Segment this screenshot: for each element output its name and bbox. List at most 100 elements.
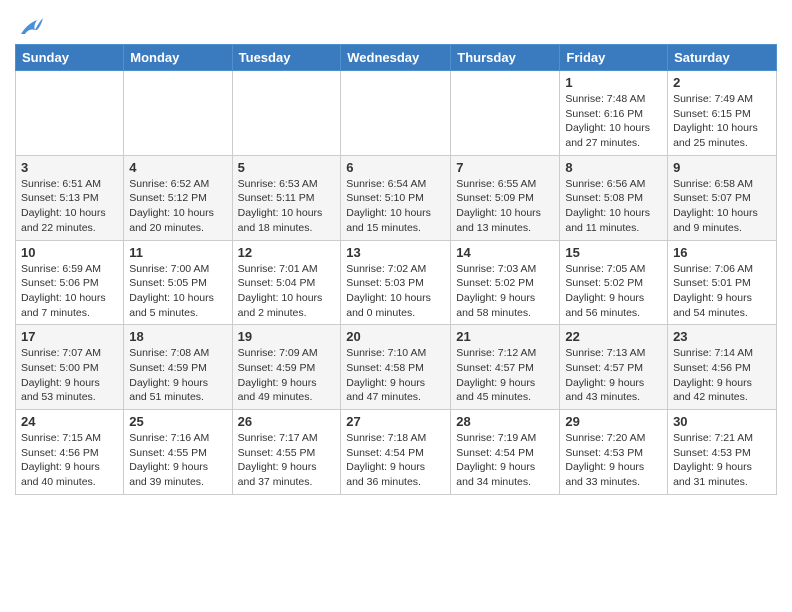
day-info: Sunrise: 7:17 AM Sunset: 4:55 PM Dayligh…: [238, 431, 336, 490]
day-info: Sunrise: 6:56 AM Sunset: 5:08 PM Dayligh…: [565, 177, 662, 236]
day-number: 21: [456, 329, 554, 344]
weekday-header-wednesday: Wednesday: [341, 45, 451, 71]
day-number: 18: [129, 329, 226, 344]
day-number: 25: [129, 414, 226, 429]
day-number: 5: [238, 160, 336, 175]
weekday-header-saturday: Saturday: [668, 45, 777, 71]
calendar-cell: 18 Sunrise: 7:08 AM Sunset: 4:59 PM Dayli…: [124, 325, 232, 410]
day-info: Sunrise: 7:14 AM Sunset: 4:56 PM Dayligh…: [673, 346, 771, 405]
day-info: Sunrise: 7:10 AM Sunset: 4:58 PM Dayligh…: [346, 346, 445, 405]
calendar-cell: 10Sunrise: 6:59 AM Sunset: 5:06 PM Dayli…: [16, 240, 124, 325]
calendar-cell: 28 Sunrise: 7:19 AM Sunset: 4:54 PM Dayli…: [451, 410, 560, 495]
calendar-cell: 7 Sunrise: 6:55 AM Sunset: 5:09 PM Daylig…: [451, 155, 560, 240]
weekday-header-friday: Friday: [560, 45, 668, 71]
day-info: Sunrise: 7:49 AM Sunset: 6:15 PM Dayligh…: [673, 92, 771, 151]
weekday-header-row: SundayMondayTuesdayWednesdayThursdayFrid…: [16, 45, 777, 71]
day-number: 14: [456, 245, 554, 260]
day-number: 30: [673, 414, 771, 429]
day-info: Sunrise: 7:08 AM Sunset: 4:59 PM Dayligh…: [129, 346, 226, 405]
day-number: 13: [346, 245, 445, 260]
calendar-cell: 17 Sunrise: 7:07 AM Sunset: 5:00 PM Dayli…: [16, 325, 124, 410]
day-number: 1: [565, 75, 662, 90]
day-info: Sunrise: 7:07 AM Sunset: 5:00 PM Dayligh…: [21, 346, 118, 405]
day-number: 17: [21, 329, 118, 344]
day-number: 29: [565, 414, 662, 429]
calendar-cell: [124, 71, 232, 156]
calendar-cell: 20Sunrise: 7:10 AM Sunset: 4:58 PM Dayli…: [341, 325, 451, 410]
weekday-header-thursday: Thursday: [451, 45, 560, 71]
day-info: Sunrise: 6:58 AM Sunset: 5:07 PM Dayligh…: [673, 177, 771, 236]
calendar: SundayMondayTuesdayWednesdayThursdayFrid…: [15, 44, 777, 495]
calendar-cell: 9 Sunrise: 6:58 AM Sunset: 5:07 PM Daylig…: [668, 155, 777, 240]
day-info: Sunrise: 6:59 AM Sunset: 5:06 PM Dayligh…: [21, 262, 118, 321]
day-info: Sunrise: 7:48 AM Sunset: 6:16 PM Dayligh…: [565, 92, 662, 151]
calendar-cell: 2 Sunrise: 7:49 AM Sunset: 6:15 PM Daylig…: [668, 71, 777, 156]
day-info: Sunrise: 6:51 AM Sunset: 5:13 PM Dayligh…: [21, 177, 118, 236]
calendar-cell: 4 Sunrise: 6:52 AM Sunset: 5:12 PM Daylig…: [124, 155, 232, 240]
calendar-cell: 12Sunrise: 7:01 AM Sunset: 5:04 PM Dayli…: [232, 240, 341, 325]
calendar-cell: 15Sunrise: 7:05 AM Sunset: 5:02 PM Dayli…: [560, 240, 668, 325]
day-info: Sunrise: 7:02 AM Sunset: 5:03 PM Dayligh…: [346, 262, 445, 321]
week-row-4: 17 Sunrise: 7:07 AM Sunset: 5:00 PM Dayli…: [16, 325, 777, 410]
day-number: 9: [673, 160, 771, 175]
day-info: Sunrise: 7:12 AM Sunset: 4:57 PM Dayligh…: [456, 346, 554, 405]
day-number: 22: [565, 329, 662, 344]
day-info: Sunrise: 7:06 AM Sunset: 5:01 PM Dayligh…: [673, 262, 771, 321]
week-row-2: 3 Sunrise: 6:51 AM Sunset: 5:13 PM Daylig…: [16, 155, 777, 240]
calendar-cell: 1 Sunrise: 7:48 AM Sunset: 6:16 PM Daylig…: [560, 71, 668, 156]
weekday-header-sunday: Sunday: [16, 45, 124, 71]
day-number: 11: [129, 245, 226, 260]
day-number: 28: [456, 414, 554, 429]
day-info: Sunrise: 7:13 AM Sunset: 4:57 PM Dayligh…: [565, 346, 662, 405]
calendar-cell: 23 Sunrise: 7:14 AM Sunset: 4:56 PM Dayli…: [668, 325, 777, 410]
day-info: Sunrise: 7:09 AM Sunset: 4:59 PM Dayligh…: [238, 346, 336, 405]
calendar-cell: [16, 71, 124, 156]
calendar-cell: 26Sunrise: 7:17 AM Sunset: 4:55 PM Dayli…: [232, 410, 341, 495]
day-number: 8: [565, 160, 662, 175]
day-info: Sunrise: 6:53 AM Sunset: 5:11 PM Dayligh…: [238, 177, 336, 236]
day-info: Sunrise: 6:52 AM Sunset: 5:12 PM Dayligh…: [129, 177, 226, 236]
day-info: Sunrise: 6:55 AM Sunset: 5:09 PM Dayligh…: [456, 177, 554, 236]
day-number: 6: [346, 160, 445, 175]
day-number: 7: [456, 160, 554, 175]
calendar-cell: 6 Sunrise: 6:54 AM Sunset: 5:10 PM Daylig…: [341, 155, 451, 240]
day-number: 27: [346, 414, 445, 429]
day-info: Sunrise: 7:21 AM Sunset: 4:53 PM Dayligh…: [673, 431, 771, 490]
day-info: Sunrise: 7:20 AM Sunset: 4:53 PM Dayligh…: [565, 431, 662, 490]
calendar-cell: 11 Sunrise: 7:00 AM Sunset: 5:05 PM Dayli…: [124, 240, 232, 325]
calendar-cell: 29 Sunrise: 7:20 AM Sunset: 4:53 PM Dayli…: [560, 410, 668, 495]
calendar-cell: [341, 71, 451, 156]
calendar-cell: 14 Sunrise: 7:03 AM Sunset: 5:02 PM Dayli…: [451, 240, 560, 325]
calendar-cell: 27 Sunrise: 7:18 AM Sunset: 4:54 PM Dayli…: [341, 410, 451, 495]
day-info: Sunrise: 7:03 AM Sunset: 5:02 PM Dayligh…: [456, 262, 554, 321]
day-number: 2: [673, 75, 771, 90]
day-info: Sunrise: 7:19 AM Sunset: 4:54 PM Dayligh…: [456, 431, 554, 490]
calendar-cell: 8 Sunrise: 6:56 AM Sunset: 5:08 PM Daylig…: [560, 155, 668, 240]
header: [15, 10, 777, 38]
day-number: 4: [129, 160, 226, 175]
calendar-cell: 3 Sunrise: 6:51 AM Sunset: 5:13 PM Daylig…: [16, 155, 124, 240]
calendar-cell: 5 Sunrise: 6:53 AM Sunset: 5:11 PM Daylig…: [232, 155, 341, 240]
calendar-cell: 25 Sunrise: 7:16 AM Sunset: 4:55 PM Dayli…: [124, 410, 232, 495]
day-info: Sunrise: 7:16 AM Sunset: 4:55 PM Dayligh…: [129, 431, 226, 490]
day-info: Sunrise: 7:05 AM Sunset: 5:02 PM Dayligh…: [565, 262, 662, 321]
day-number: 23: [673, 329, 771, 344]
day-info: Sunrise: 7:01 AM Sunset: 5:04 PM Dayligh…: [238, 262, 336, 321]
calendar-cell: [451, 71, 560, 156]
week-row-3: 10Sunrise: 6:59 AM Sunset: 5:06 PM Dayli…: [16, 240, 777, 325]
calendar-cell: 30 Sunrise: 7:21 AM Sunset: 4:53 PM Dayli…: [668, 410, 777, 495]
day-info: Sunrise: 7:00 AM Sunset: 5:05 PM Dayligh…: [129, 262, 226, 321]
weekday-header-tuesday: Tuesday: [232, 45, 341, 71]
calendar-cell: 24Sunrise: 7:15 AM Sunset: 4:56 PM Dayli…: [16, 410, 124, 495]
calendar-cell: [232, 71, 341, 156]
logo-bird-icon: [17, 16, 45, 38]
day-info: Sunrise: 6:54 AM Sunset: 5:10 PM Dayligh…: [346, 177, 445, 236]
day-number: 19: [238, 329, 336, 344]
week-row-1: 1 Sunrise: 7:48 AM Sunset: 6:16 PM Daylig…: [16, 71, 777, 156]
day-number: 24: [21, 414, 118, 429]
day-info: Sunrise: 7:18 AM Sunset: 4:54 PM Dayligh…: [346, 431, 445, 490]
logo: [15, 16, 45, 38]
calendar-cell: 19 Sunrise: 7:09 AM Sunset: 4:59 PM Dayli…: [232, 325, 341, 410]
day-number: 3: [21, 160, 118, 175]
day-number: 16: [673, 245, 771, 260]
